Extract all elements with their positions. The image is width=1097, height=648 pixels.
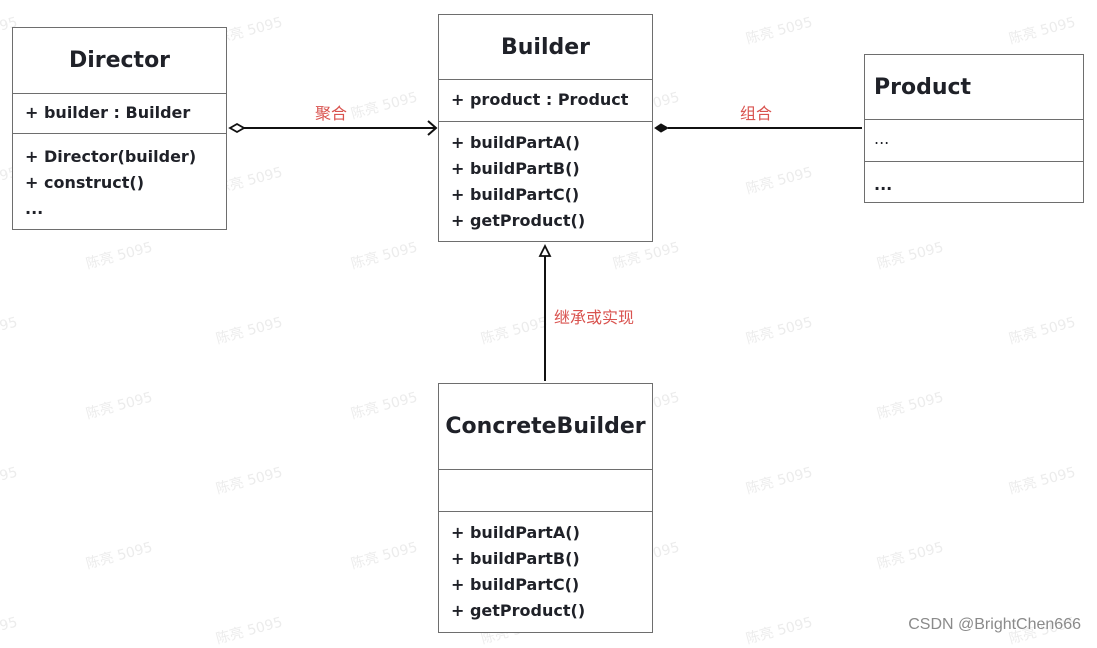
attributes-section: ... xyxy=(865,120,1083,162)
hollow-diamond-icon xyxy=(228,122,246,134)
class-product[interactable]: Product ... ... xyxy=(864,54,1084,203)
operation: ... xyxy=(874,175,893,194)
class-director[interactable]: Director + builder : Builder + Director(… xyxy=(12,27,227,230)
class-name: Director xyxy=(13,28,226,94)
operation: + buildPartA() xyxy=(451,133,580,152)
aggregation-label: 聚合 xyxy=(315,104,348,123)
attributes-section: + product : Product xyxy=(439,80,652,122)
attributes-section: + builder : Builder xyxy=(13,94,226,134)
attribute: + builder : Builder xyxy=(25,103,191,122)
class-name: Product xyxy=(865,55,1083,120)
inheritance-label: 继承或实现 xyxy=(554,308,635,327)
class-concrete-builder[interactable]: ConcreteBuilder + buildPartA() + buildPa… xyxy=(438,383,653,633)
operation: + getProduct() xyxy=(451,601,586,620)
operation: + buildPartA() xyxy=(451,523,580,542)
operation: ... xyxy=(25,199,44,218)
credit-text: CSDN @BrightChen666 xyxy=(908,616,1081,633)
attribute: ... xyxy=(874,129,890,148)
operation: + buildPartB() xyxy=(451,159,580,178)
hollow-triangle-icon xyxy=(538,243,552,257)
class-name: Builder xyxy=(439,15,652,80)
operations-section: + Director(builder) + construct() ... xyxy=(13,134,226,228)
operation: + getProduct() xyxy=(451,211,586,230)
composition-label: 组合 xyxy=(740,104,773,123)
class-builder[interactable]: Builder + product : Product + buildPartA… xyxy=(438,14,653,242)
operation: + buildPartB() xyxy=(451,549,580,568)
composition-connector xyxy=(654,123,862,133)
operation: + buildPartC() xyxy=(451,575,580,594)
operations-section: + buildPartA() + buildPartB() + buildPar… xyxy=(439,512,652,630)
filled-diamond-icon xyxy=(654,123,670,133)
operation: + construct() xyxy=(25,173,145,192)
operations-section: ... xyxy=(865,162,1083,204)
operation: + buildPartC() xyxy=(451,185,580,204)
attribute: + product : Product xyxy=(451,90,629,109)
attributes-section xyxy=(439,470,652,512)
inheritance-connector xyxy=(538,243,552,381)
class-name: ConcreteBuilder xyxy=(439,384,652,470)
operations-section: + buildPartA() + buildPartB() + buildPar… xyxy=(439,122,652,240)
operation: + Director(builder) xyxy=(25,147,197,166)
